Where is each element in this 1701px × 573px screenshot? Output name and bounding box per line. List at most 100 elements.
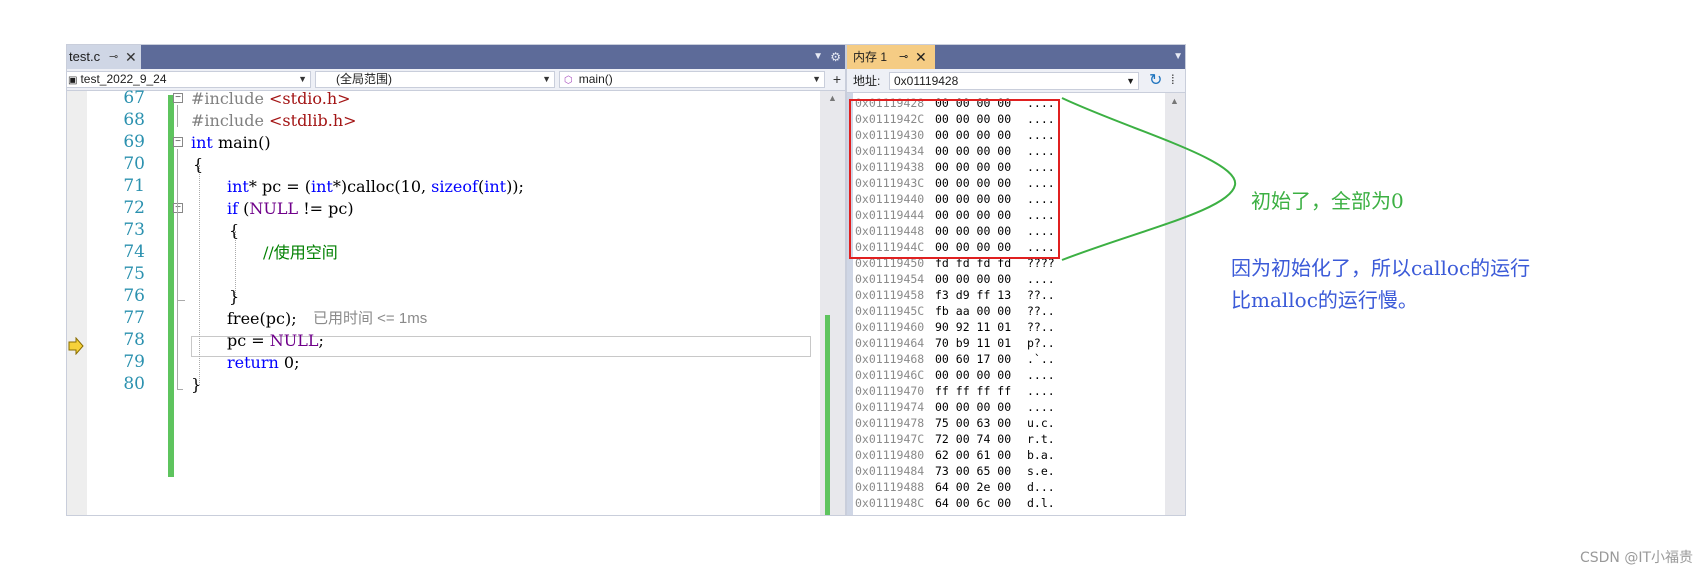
memory-hex-bytes[interactable]: 72 00 74 00	[935, 431, 1011, 447]
blue-annotation-line-2: 比malloc的运行慢。	[1231, 288, 1418, 312]
memory-hex-bytes[interactable]: 62 00 61 00	[935, 447, 1011, 463]
memory-ascii: ??..	[1027, 288, 1055, 302]
project-dropdown[interactable]: ▣ test_2022_9_24 ▼	[67, 71, 311, 88]
memory-ascii: ....	[1027, 400, 1055, 414]
memory-row[interactable]: 0x01119468 00 60 17 00 .`..	[855, 351, 1055, 367]
editor-tab-bar: test.c ⊸ ✕ ▼ ⚙	[67, 45, 845, 69]
memory-row[interactable]: 0x0111946C 00 00 00 00....	[855, 367, 1055, 383]
memory-hex-bytes[interactable]: 00 00 00 00	[935, 399, 1011, 415]
memory-address: 0x01119480	[855, 448, 925, 462]
function-dropdown[interactable]: ⬡ main() ▼	[559, 71, 825, 88]
chevron-down-icon[interactable]: ▼	[1126, 73, 1135, 89]
memory-ascii: d.l.	[1027, 496, 1055, 510]
memory-hex-bytes[interactable]: ff ff ff ff	[935, 383, 1011, 399]
close-icon[interactable]: ✕	[915, 45, 927, 69]
execution-pointer-icon	[68, 337, 84, 355]
chevron-down-icon: ▼	[812, 74, 821, 84]
code-line-74: //使用空间	[263, 243, 338, 262]
close-icon[interactable]: ✕	[125, 45, 137, 69]
memory-hex-bytes[interactable]: 70 b9 11 01	[935, 335, 1011, 351]
pin-icon[interactable]: ⊸	[109, 45, 118, 69]
memory-row[interactable]: 0x01119474 00 00 00 00....	[855, 399, 1055, 415]
address-input[interactable]: 0x01119428 ▼	[889, 72, 1139, 90]
memory-row[interactable]: 0x0111948C 64 00 6c 00 d.l.	[855, 495, 1055, 511]
memory-ascii: d...	[1027, 480, 1055, 494]
memory-row[interactable]: 0x01119488 64 00 2e 00 d...	[855, 479, 1055, 495]
more-options-icon[interactable]: ⁞	[1171, 69, 1175, 91]
memory-hex-bytes[interactable]: 75 00 63 00	[935, 415, 1011, 431]
perf-tip[interactable]: 已用时间 <= 1ms	[313, 307, 427, 330]
memory-hex-bytes[interactable]: 00 00 00 00	[935, 271, 1011, 287]
memory-address: 0x0111946C	[855, 368, 925, 382]
breakpoint-margin[interactable]	[67, 91, 87, 515]
green-annotation: 初始了，全部为0	[1251, 189, 1404, 213]
scrollbar-change-marker	[825, 315, 830, 515]
memory-address: 0x01119468	[855, 352, 925, 366]
memory-row[interactable]: 0x01119484 73 00 65 00 s.e.	[855, 463, 1055, 479]
memory-address: 0x01119460	[855, 320, 925, 334]
code-line-78: pc = NULL;	[227, 331, 324, 350]
scope-label: (全局范围)	[336, 72, 392, 86]
line-number: 79	[123, 352, 145, 372]
memory-address: 0x01119478	[855, 416, 925, 430]
memory-row[interactable]: 0x01119480 62 00 61 00 b.a.	[855, 447, 1055, 463]
code-editor-window: test.c ⊸ ✕ ▼ ⚙ ▣ test_2022_9_24 ▼ (全局范围) …	[66, 44, 846, 516]
memory-tab-bar: 内存 1 ⊸ ✕ ▼	[847, 45, 1185, 69]
fold-guide	[177, 149, 178, 389]
code-line-79: return 0;	[227, 353, 300, 372]
editor-vertical-scrollbar[interactable]: ▲	[820, 91, 845, 515]
memory-row[interactable]: 0x01119470 ff ff ff ff....	[855, 383, 1055, 399]
tab-list-dropdown-icon[interactable]: ▼	[813, 45, 823, 69]
memory-hex-bytes[interactable]: fb aa 00 00	[935, 303, 1011, 319]
memory-hex-bytes[interactable]: 00 60 17 00	[935, 351, 1011, 367]
memory-address: 0x01119484	[855, 464, 925, 478]
pin-icon[interactable]: ⊸	[899, 45, 908, 69]
tab-label: test.c	[69, 49, 101, 64]
memory-row[interactable]: 0x01119460 90 92 11 01??..	[855, 319, 1055, 335]
fold-guide	[177, 105, 178, 127]
tab-test-c[interactable]: test.c ⊸ ✕	[67, 45, 141, 69]
code-line-72: if (NULL != pc)	[227, 199, 354, 218]
split-window-icon[interactable]: +	[829, 71, 845, 88]
tab-list-dropdown-icon[interactable]: ▼	[1173, 45, 1183, 69]
memory-row[interactable]: 0x01119454 00 00 00 00....	[855, 271, 1055, 287]
line-number: 72	[123, 198, 145, 218]
memory-address: 0x01119458	[855, 288, 925, 302]
memory-row[interactable]: 0x01119464 70 b9 11 01 p?..	[855, 335, 1055, 351]
gear-icon[interactable]: ⚙	[830, 45, 841, 69]
memory-hex-bytes[interactable]: f3 d9 ff 13	[935, 287, 1011, 303]
scroll-up-icon[interactable]: ▲	[828, 93, 837, 103]
code-line-70: {	[193, 155, 204, 174]
memory-hex-bytes[interactable]: 64 00 6c 00	[935, 495, 1011, 511]
project-icon: ▣	[68, 75, 78, 86]
code-line-73: {	[229, 221, 240, 240]
memory-row[interactable]: 0x0111945C fb aa 00 00??..	[855, 303, 1055, 319]
navigation-bar: ▣ test_2022_9_24 ▼ (全局范围) ▼ ⬡ main() ▼ +	[67, 69, 845, 91]
memory-row[interactable]: 0x01119458 f3 d9 ff 13??..	[855, 287, 1055, 303]
memory-hex-bytes[interactable]: 64 00 2e 00	[935, 479, 1011, 495]
scope-dropdown[interactable]: (全局范围) ▼	[315, 71, 555, 88]
line-number: 77	[123, 308, 145, 328]
memory-ascii: r.t.	[1027, 432, 1055, 446]
project-label: test_2022_9_24	[80, 72, 167, 86]
code-line-71: int* pc = (int*)calloc(10, sizeof(int));	[227, 177, 524, 196]
code-line-77: free(pc);	[227, 309, 297, 328]
fold-toggle-icon[interactable]: −	[173, 203, 183, 213]
code-line-67: #include <stdio.h>	[191, 89, 351, 108]
memory-address: 0x01119488	[855, 480, 925, 494]
tab-memory-1[interactable]: 内存 1 ⊸ ✕	[847, 45, 935, 69]
memory-address: 0x0111947C	[855, 432, 925, 446]
zero-initialized-highlight-box	[849, 99, 1060, 259]
fold-toggle-icon[interactable]: −	[173, 93, 183, 103]
line-number: 75	[123, 264, 145, 284]
memory-hex-bytes[interactable]: 00 00 00 00	[935, 367, 1011, 383]
memory-ascii: p?..	[1027, 336, 1055, 350]
line-number: 78	[123, 330, 145, 350]
fold-toggle-icon[interactable]: −	[173, 137, 183, 147]
memory-hex-bytes[interactable]: 90 92 11 01	[935, 319, 1011, 335]
memory-hex-bytes[interactable]: 73 00 65 00	[935, 463, 1011, 479]
memory-row[interactable]: 0x0111947C 72 00 74 00 r.t.	[855, 431, 1055, 447]
memory-address: 0x01119454	[855, 272, 925, 286]
memory-row[interactable]: 0x01119478 75 00 63 00 u.c.	[855, 415, 1055, 431]
tab-label: 内存 1	[853, 50, 888, 64]
